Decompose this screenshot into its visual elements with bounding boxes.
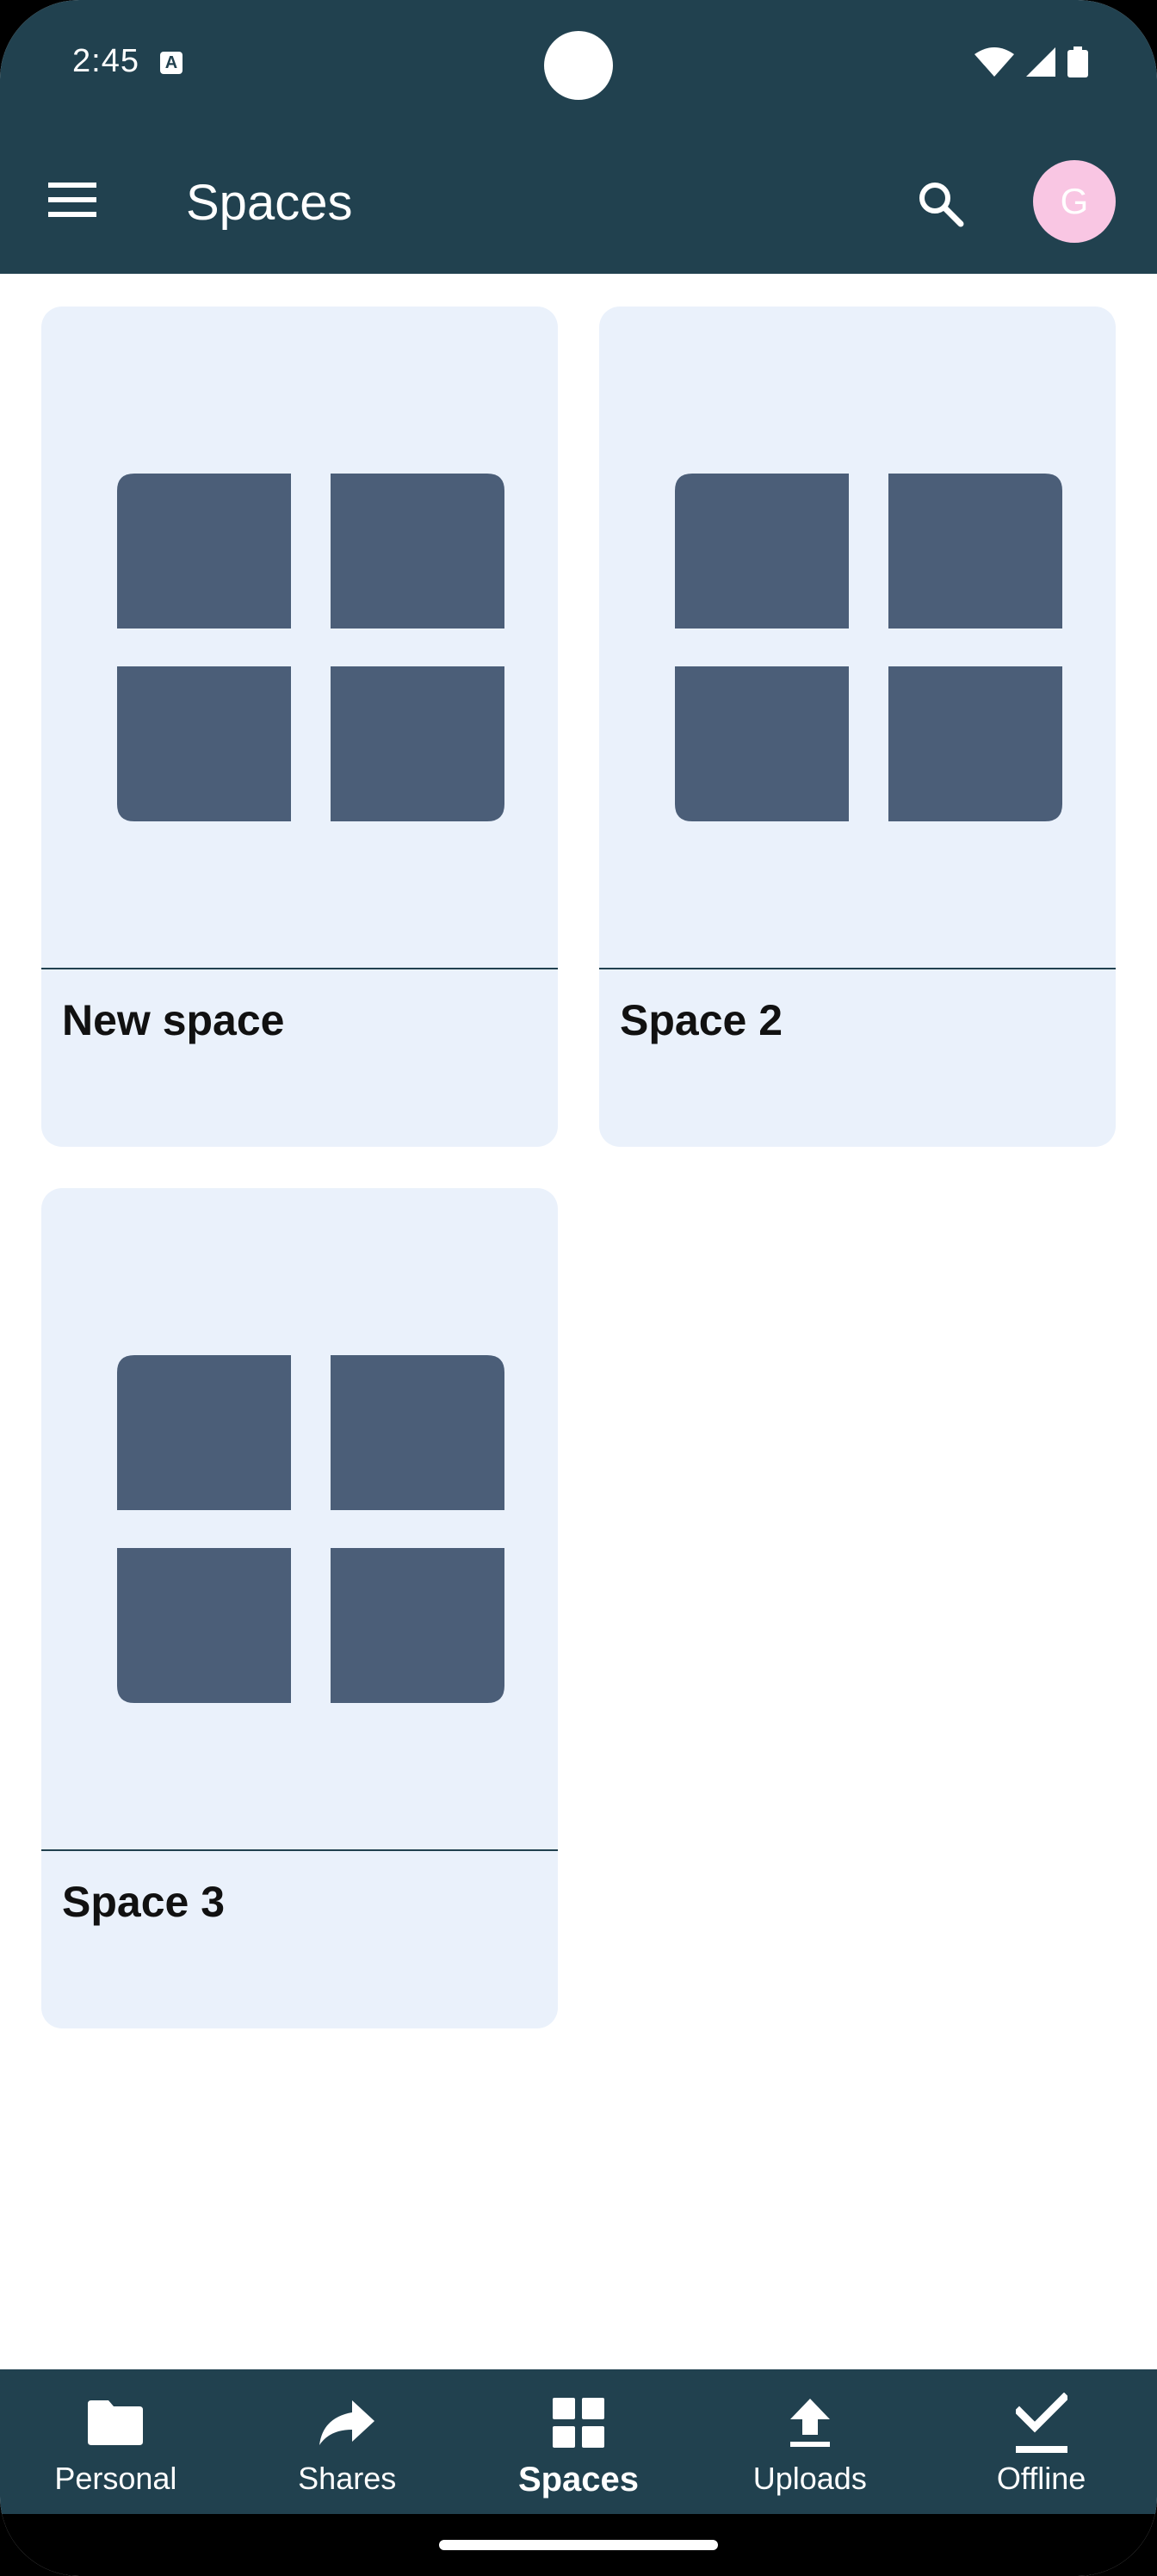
spaces-grid-icon: [675, 474, 1062, 821]
battery-icon: [1067, 46, 1088, 77]
spaces-grid-icon: [117, 1355, 504, 1703]
status-bar: 2:45 A: [0, 0, 1157, 129]
home-indicator[interactable]: [439, 2540, 718, 2550]
space-thumbnail: [599, 307, 1116, 969]
nav-icon-wrap: [88, 2392, 144, 2454]
nav-icon-wrap: [1015, 2392, 1067, 2454]
screen: 2:45 A Spaces G New space Space 2 Space …: [0, 0, 1157, 2576]
avatar[interactable]: G: [1033, 160, 1116, 243]
grid-icon: [552, 2398, 604, 2448]
hamburger-menu-icon: [48, 183, 96, 217]
nav-label: Offline: [996, 2461, 1086, 2496]
bottom-navigation: Personal Shares Spaces Uploads Offline: [0, 2369, 1157, 2514]
nav-item-personal[interactable]: Personal: [0, 2369, 232, 2514]
nav-icon-wrap: [319, 2392, 375, 2454]
notification-a-icon: A: [160, 52, 183, 74]
page-title: Spaces: [186, 175, 353, 231]
space-name: New space: [62, 996, 285, 1044]
check-icon: [1015, 2393, 1067, 2453]
nav-item-shares[interactable]: Shares: [232, 2369, 463, 2514]
folder-icon: [88, 2400, 144, 2445]
menu-button[interactable]: [41, 169, 103, 231]
search-icon: [919, 183, 964, 227]
nav-label: Uploads: [752, 2461, 867, 2496]
camera-cutout: [544, 31, 613, 100]
nav-label: Personal: [54, 2461, 177, 2496]
search-button[interactable]: [906, 169, 974, 238]
space-thumbnail: [41, 307, 558, 969]
signal-icon: [1026, 47, 1055, 77]
nav-item-offline[interactable]: Offline: [925, 2369, 1157, 2514]
nav-icon-wrap: [789, 2392, 832, 2454]
share-icon: [319, 2400, 375, 2445]
spaces-grid-icon: [117, 474, 504, 821]
nav-label: Shares: [298, 2461, 397, 2496]
nav-icon-wrap: [552, 2392, 604, 2454]
space-thumbnail: [41, 1188, 558, 1851]
nav-item-spaces[interactable]: Spaces: [463, 2369, 695, 2514]
status-time: 2:45: [72, 43, 139, 79]
status-icons: [974, 46, 1088, 77]
top-app-bar: 2:45 A Spaces G: [0, 0, 1157, 274]
nav-label: Spaces: [517, 2461, 640, 2499]
wifi-icon: [974, 47, 1014, 77]
space-card[interactable]: New space: [41, 307, 558, 1147]
upload-icon: [789, 2399, 830, 2447]
nav-item-uploads[interactable]: Uploads: [694, 2369, 925, 2514]
space-name: Space 3: [62, 1878, 226, 1926]
space-name: Space 2: [620, 996, 783, 1044]
space-card[interactable]: Space 3: [41, 1188, 558, 2028]
space-card[interactable]: Space 2: [599, 307, 1116, 1147]
